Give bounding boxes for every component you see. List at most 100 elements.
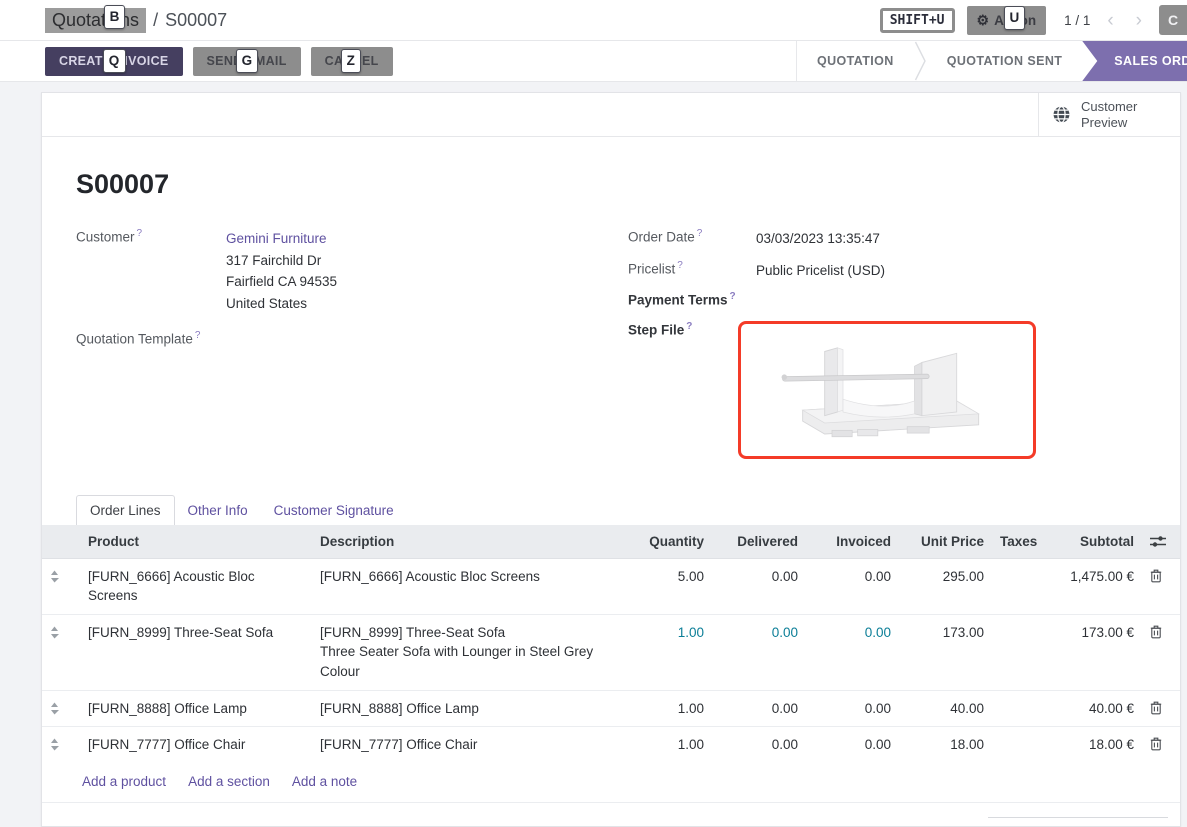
clipped-edge-button[interactable]: C	[1159, 5, 1187, 35]
cell-unit-price[interactable]: 40.00	[899, 690, 992, 727]
order-lines-body: [FURN_6666] Acoustic Bloc Screens [FURN_6…	[42, 558, 1181, 762]
order-line-row: [FURN_7777] Office Chair[FURN_7777] Offi…	[42, 727, 1181, 763]
tab-order-lines[interactable]: Order Lines	[76, 495, 175, 525]
description-line: [FURN_6666] Acoustic Bloc Screens	[320, 567, 619, 587]
cell-delivered[interactable]: 0.00	[712, 614, 806, 690]
cell-product[interactable]: [FURN_8999] Three-Seat Sofa	[80, 614, 312, 690]
record-title: S00007	[76, 169, 1146, 200]
help-icon: ?	[697, 228, 703, 239]
drag-handle-icon[interactable]	[42, 727, 80, 763]
fields-left-column: Customer? Gemini Furniture 317 Fairchild…	[76, 228, 628, 469]
cell-taxes[interactable]	[992, 558, 1047, 614]
field-order-date: Order Date? 03/03/2023 13:35:47	[628, 228, 1146, 250]
cell-description[interactable]: [FURN_6666] Acoustic Bloc Screens	[312, 558, 627, 614]
add-a-product-link[interactable]: Add a product	[82, 774, 166, 789]
cell-product[interactable]: [FURN_8888] Office Lamp	[80, 690, 312, 727]
tab-customer-signature[interactable]: Customer Signature	[261, 496, 407, 525]
field-pricelist: Pricelist? Public Pricelist (USD)	[628, 260, 1146, 282]
terms-placeholder[interactable]: Terms and conditions...	[82, 817, 221, 827]
field-pricelist-value[interactable]: Public Pricelist (USD)	[756, 260, 885, 282]
delete-row-icon[interactable]	[1142, 690, 1181, 727]
tab-other-info[interactable]: Other Info	[175, 496, 261, 525]
delete-row-icon[interactable]	[1142, 727, 1181, 763]
drag-column-header	[42, 525, 80, 559]
record-action-buttons: CREATE INVOICE Q SEND EMAIL G CANCEL Z	[45, 47, 393, 76]
add-a-section-link[interactable]: Add a section	[188, 774, 270, 789]
cell-invoiced[interactable]: 0.00	[806, 690, 899, 727]
drag-handle-icon[interactable]	[42, 690, 80, 727]
cell-description[interactable]: [FURN_8999] Three-Seat SofaThree Seater …	[312, 614, 627, 690]
step-file-image[interactable]	[738, 321, 1036, 459]
optional-columns-header	[1142, 525, 1181, 559]
cell-subtotal: 173.00 €	[1047, 614, 1142, 690]
delete-row-icon[interactable]	[1142, 558, 1181, 614]
breadcrumb-app-link[interactable]: Quotations B	[45, 8, 146, 33]
statusbar-step[interactable]: QUOTATION SENT	[927, 54, 1083, 68]
pager-prev-icon[interactable]: ‹	[1102, 11, 1118, 30]
cell-subtotal: 40.00 €	[1047, 690, 1142, 727]
field-customer-label: Customer?	[76, 228, 226, 245]
clipped-edge-button-label: C	[1168, 12, 1178, 28]
notebook: Order LinesOther InfoCustomer Signature …	[42, 495, 1180, 803]
form-card: Customer Preview S00007 Customer? Gemini…	[41, 92, 1181, 827]
cell-taxes[interactable]	[992, 614, 1047, 690]
add-line-row: Add a product Add a section Add a note	[42, 763, 1180, 803]
gear-icon: ⚙	[977, 12, 990, 29]
cell-delivered[interactable]: 0.00	[712, 558, 806, 614]
customer-link[interactable]: Gemini Furniture	[226, 231, 327, 246]
field-quotation-template: Quotation Template?	[76, 330, 628, 347]
drag-handle-icon[interactable]	[42, 558, 80, 614]
customer-preview-button[interactable]: Customer Preview	[1038, 93, 1180, 136]
cell-quantity[interactable]: 1.00	[627, 690, 712, 727]
action-menu-button[interactable]: ⚙ Action U	[967, 6, 1047, 35]
cell-taxes[interactable]	[992, 690, 1047, 727]
send-email-button[interactable]: SEND EMAIL G	[193, 47, 301, 76]
cell-product[interactable]: [FURN_6666] Acoustic Bloc Screens	[80, 558, 312, 614]
pager-counter: 1 / 1	[1064, 13, 1090, 28]
cell-quantity[interactable]: 1.00	[627, 727, 712, 763]
order-line-row: [FURN_8999] Three-Seat Sofa[FURN_8999] T…	[42, 614, 1181, 690]
cell-invoiced[interactable]: 0.00	[806, 727, 899, 763]
field-order-date-value[interactable]: 03/03/2023 13:35:47	[756, 228, 880, 250]
statusbar-step[interactable]: QUOTATION	[797, 54, 914, 68]
form-sheet: S00007 Customer? Gemini Furniture 317 Fa…	[42, 137, 1180, 827]
keyboard-hint-action: U	[1004, 6, 1026, 30]
drag-handle-icon[interactable]	[42, 614, 80, 690]
delete-row-icon[interactable]	[1142, 614, 1181, 690]
cell-delivered[interactable]: 0.00	[712, 727, 806, 763]
main-content: Customer Preview S00007 Customer? Gemini…	[0, 82, 1187, 827]
customer-preview-label: Customer Preview	[1081, 99, 1137, 130]
cell-quantity[interactable]: 1.00	[627, 614, 712, 690]
cell-invoiced[interactable]: 0.00	[806, 614, 899, 690]
cell-taxes[interactable]	[992, 727, 1047, 763]
help-icon: ?	[730, 291, 736, 302]
cell-unit-price[interactable]: 18.00	[899, 727, 992, 763]
create-invoice-button[interactable]: CREATE INVOICE Q	[45, 47, 183, 76]
cell-delivered[interactable]: 0.00	[712, 690, 806, 727]
cell-unit-price[interactable]: 173.00	[899, 614, 992, 690]
field-quotation-template-label: Quotation Template?	[76, 330, 226, 347]
keyboard-hint-cancel: Z	[341, 49, 362, 73]
description-line: Three Seater Sofa with Lounger in Steel …	[320, 642, 619, 681]
pager-next-icon[interactable]: ›	[1131, 11, 1147, 30]
cell-invoiced[interactable]: 0.00	[806, 558, 899, 614]
field-payment-terms: Payment Terms?	[628, 291, 1146, 308]
cancel-button[interactable]: CANCEL Z	[311, 47, 393, 76]
cell-quantity[interactable]: 5.00	[627, 558, 712, 614]
customer-address-line: 317 Fairchild Dr	[226, 250, 337, 272]
optional-columns-icon[interactable]	[1150, 535, 1174, 548]
cell-description[interactable]: [FURN_8888] Office Lamp	[312, 690, 627, 727]
cell-unit-price[interactable]: 295.00	[899, 558, 992, 614]
statusbar-step-active[interactable]: SALES ORDER	[1082, 41, 1187, 81]
column-header-taxes: Taxes	[992, 525, 1047, 559]
form-card-header: Customer Preview	[42, 93, 1180, 137]
cell-description[interactable]: [FURN_7777] Office Chair	[312, 727, 627, 763]
order-lines-header-row: Product Description Quantity Delivered I…	[42, 525, 1181, 559]
column-header-product: Product	[80, 525, 312, 559]
add-a-note-link[interactable]: Add a note	[292, 774, 357, 789]
keyboard-hint-create-invoice: Q	[103, 49, 126, 73]
help-icon: ?	[677, 260, 683, 271]
top-navbar: Quotations B / S00007 SHIFT+U ⚙ Action U…	[0, 0, 1187, 40]
cell-product[interactable]: [FURN_7777] Office Chair	[80, 727, 312, 763]
customer-address-line: United States	[226, 293, 337, 315]
